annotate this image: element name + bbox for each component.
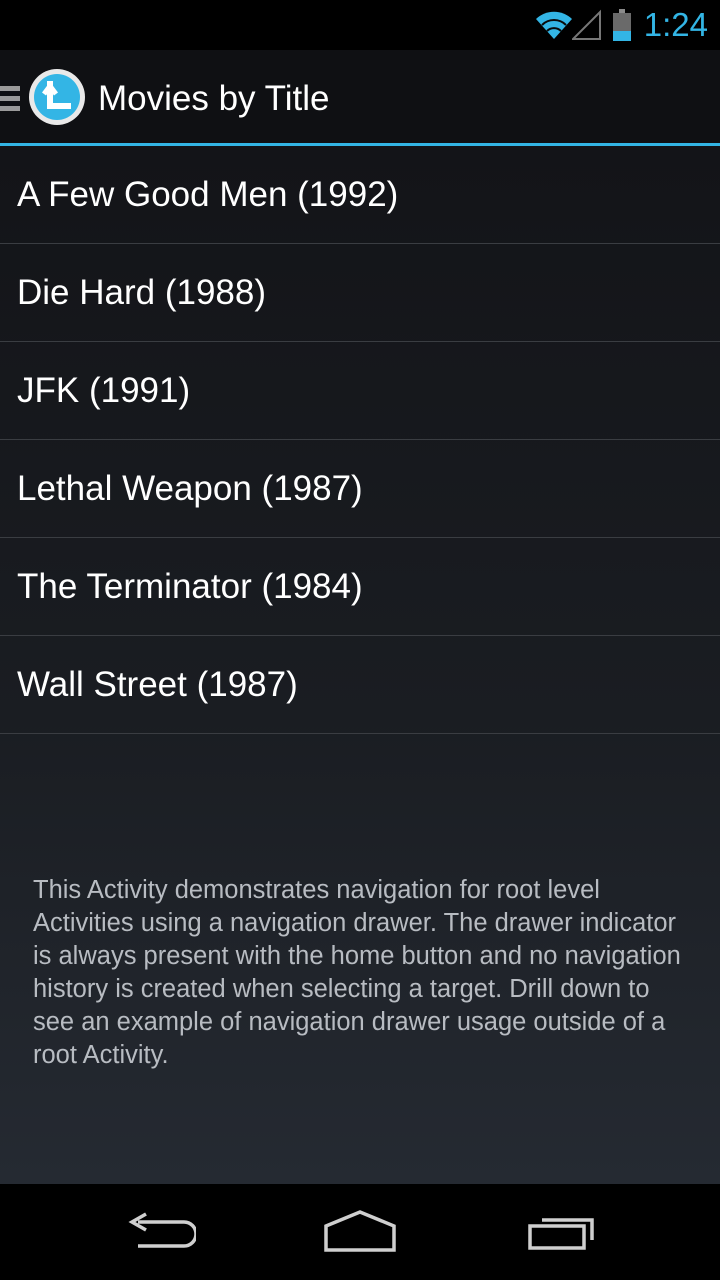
home-icon <box>324 1210 396 1252</box>
list-item[interactable]: JFK (1991) <box>0 342 720 440</box>
status-icons: 1:24 <box>534 0 708 50</box>
status-bar: 1:24 <box>0 0 720 50</box>
signal-icon <box>571 9 601 40</box>
home-button[interactable] <box>300 1202 420 1262</box>
drawer-indicator-icon[interactable] <box>0 86 20 112</box>
recents-icon <box>528 1218 594 1250</box>
list-item[interactable]: Die Hard (1988) <box>0 244 720 342</box>
content-area: A Few Good Men (1992) Die Hard (1988) JF… <box>0 146 720 1184</box>
movie-list: A Few Good Men (1992) Die Hard (1988) JF… <box>0 146 720 734</box>
list-item[interactable]: A Few Good Men (1992) <box>0 146 720 244</box>
app-icon[interactable] <box>28 68 86 126</box>
list-item[interactable]: Lethal Weapon (1987) <box>0 440 720 538</box>
status-time: 1:24 <box>643 6 708 43</box>
nav-bar <box>0 1184 720 1280</box>
list-item[interactable]: Wall Street (1987) <box>0 636 720 734</box>
action-bar: Movies by Title <box>0 50 720 146</box>
wifi-icon <box>535 11 572 40</box>
back-button[interactable] <box>100 1202 220 1262</box>
description-text: This Activity demonstrates navigation fo… <box>33 876 681 1069</box>
back-icon <box>128 1212 196 1248</box>
battery-icon <box>612 9 631 41</box>
page-title: Movies by Title <box>98 79 330 118</box>
recents-button[interactable] <box>502 1202 622 1262</box>
list-item[interactable]: The Terminator (1984) <box>0 538 720 636</box>
